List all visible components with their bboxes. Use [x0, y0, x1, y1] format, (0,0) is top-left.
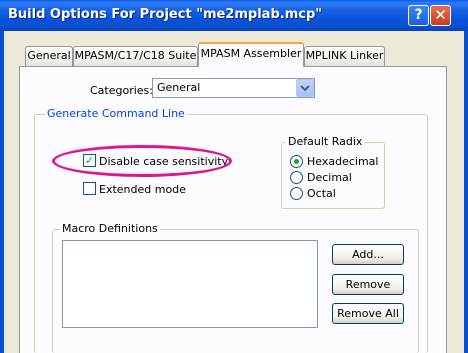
- window-title: Build Options For Project "me2mplab.mcp": [8, 7, 323, 22]
- extended-mode-label: Extended mode: [99, 183, 186, 196]
- help-button[interactable]: ?: [408, 5, 429, 26]
- radio-octal-label: Octal: [307, 187, 336, 200]
- macro-definitions-list[interactable]: [62, 240, 318, 328]
- remove-button[interactable]: Remove: [332, 274, 404, 295]
- highlight-ellipse: [52, 145, 232, 177]
- radio-decimal[interactable]: [290, 171, 303, 184]
- categories-label: Categories:: [90, 84, 153, 97]
- radio-decimal-label: Decimal: [307, 171, 352, 184]
- radio-selected-dot: [294, 159, 299, 164]
- extended-mode-checkbox[interactable]: [83, 182, 96, 195]
- generate-command-line-title: Generate Command Line: [45, 107, 187, 120]
- tab-mplink-linker[interactable]: MPLINK Linker: [304, 46, 385, 66]
- radio-octal[interactable]: [290, 187, 303, 200]
- macro-definitions-title: Macro Definitions: [60, 222, 160, 235]
- radio-hexadecimal[interactable]: [290, 155, 303, 168]
- radio-hexadecimal-label: Hexadecimal: [307, 155, 379, 168]
- close-button[interactable]: ✕: [430, 5, 451, 26]
- add-button[interactable]: Add...: [332, 244, 404, 265]
- tab-mpasm-assembler[interactable]: MPASM Assembler: [198, 42, 304, 67]
- tab-general[interactable]: General: [25, 46, 73, 66]
- remove-all-button[interactable]: Remove All: [332, 303, 404, 324]
- categories-dropdown-button[interactable]: [296, 79, 314, 97]
- categories-select[interactable]: General: [152, 78, 315, 98]
- tab-mpasm-c17-c18-suite[interactable]: MPASM/C17/C18 Suite: [73, 46, 198, 66]
- window-border-left: [0, 31, 4, 353]
- chevron-down-icon: [300, 85, 310, 92]
- default-radix-title: Default Radix: [286, 135, 365, 148]
- window-border-right: [464, 31, 468, 353]
